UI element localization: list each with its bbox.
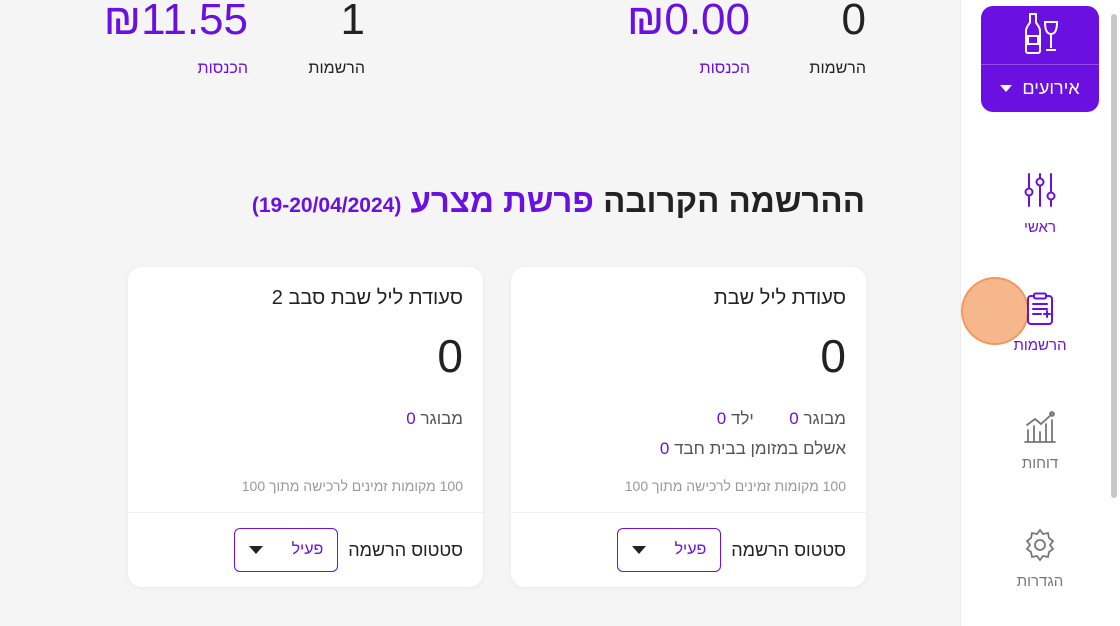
chart-icon <box>1023 410 1057 449</box>
status-select[interactable]: פעיל <box>234 528 339 572</box>
adult-label: מבוגר <box>803 409 846 428</box>
sidebar-item-label: ראשי <box>1024 219 1056 236</box>
sidebar-item-label: הרשמות <box>1013 337 1067 354</box>
sidebar-item-label: דוחות <box>1021 455 1059 472</box>
status-label: סטטוס הרשמה <box>348 539 463 560</box>
event-card-friday-dinner: סעודת ליל שבת 0 מבוגר 0 ילד 0 אשלם במזומ… <box>511 267 866 587</box>
heading-prefix: ההרשמה הקרובה <box>603 182 865 219</box>
sliders-icon <box>1024 172 1056 213</box>
cash-value: 0 <box>659 439 670 458</box>
adult-value: 0 <box>789 409 799 428</box>
stat-registrations-right: 0 הרשמות <box>809 0 866 78</box>
cash-label: אשלם במזומן בבית חבד <box>674 439 846 458</box>
stat-income-left: ₪11.55 הכנסות <box>104 0 248 78</box>
chevron-down-icon <box>632 546 647 554</box>
events-dropdown-button[interactable]: אירועים <box>981 6 1099 112</box>
income-value: ₪0.00 <box>627 0 750 44</box>
page-title: ההרשמה הקרובה פרשת מצרע (19-20/04/2024) <box>252 182 865 220</box>
income-label: הכנסות <box>197 60 248 77</box>
sidebar-item-reports[interactable]: דוחות <box>981 410 1099 472</box>
clipboard-icon <box>1025 292 1055 331</box>
registrations-label: הרשמות <box>308 60 365 77</box>
status-value: פעיל <box>291 541 324 558</box>
sidebar: אירועים ראשי הרשמות דוחות הגדרות <box>960 0 1120 626</box>
card-title: סעודת ליל שבת <box>713 287 846 309</box>
event-card-friday-dinner-round-2: סעודת ליל שבת סבב 2 0 מבוגר 0 100 מקומות… <box>128 267 483 587</box>
income-label: הכנסות <box>699 60 750 77</box>
seats-available: 100 מקומות זמינים לרכישה מתוך 100 <box>241 478 463 494</box>
registrations-count: 1 <box>340 0 365 44</box>
sidebar-scrollbar[interactable] <box>1111 14 1117 498</box>
card-breakdown: מבוגר 0 <box>406 409 463 429</box>
events-label: אירועים <box>1022 78 1080 98</box>
card-footer: סטטוס הרשמה פעיל <box>128 512 483 587</box>
sidebar-item-label: הגדרות <box>1016 573 1064 590</box>
card-count: 0 <box>437 330 463 382</box>
chevron-down-icon <box>249 546 264 554</box>
card-breakdown: מבוגר 0 ילד 0 <box>717 409 846 429</box>
status-select[interactable]: פעיל <box>617 528 722 572</box>
seats-available: 100 מקומות זמינים לרכישה מתוך 100 <box>624 478 846 494</box>
card-title: סעודת ליל שבת סבב 2 <box>271 287 463 309</box>
sidebar-item-settings[interactable]: הגדרות <box>981 528 1099 590</box>
stat-income-right: ₪0.00 הכנסות <box>627 0 750 78</box>
adult-label: מבוגר <box>420 409 463 428</box>
status-value: פעיל <box>674 541 707 558</box>
income-value: ₪11.55 <box>103 0 248 44</box>
heading-date: (19-20/04/2024) <box>251 194 402 217</box>
child-label: ילד <box>730 409 754 428</box>
wine-bottle-icon <box>1021 12 1059 59</box>
chevron-down-icon <box>1000 85 1013 92</box>
card-count: 0 <box>820 330 846 382</box>
stat-registrations-left: 1 הרשמות <box>308 0 365 78</box>
card-footer: סטטוס הרשמה פעיל <box>511 512 866 587</box>
heading-parasha: פרשת מצרע <box>410 182 594 219</box>
sidebar-item-registrations[interactable]: הרשמות <box>981 292 1099 354</box>
card-cash-line: אשלם במזומן בבית חבד 0 <box>660 439 846 459</box>
gear-icon <box>1023 528 1057 567</box>
adult-value: 0 <box>406 409 416 428</box>
child-value: 0 <box>716 409 727 428</box>
registrations-count: 0 <box>841 0 866 44</box>
registrations-label: הרשמות <box>809 60 866 77</box>
status-label: סטטוס הרשמה <box>731 539 846 560</box>
sidebar-item-main[interactable]: ראשי <box>981 172 1099 236</box>
